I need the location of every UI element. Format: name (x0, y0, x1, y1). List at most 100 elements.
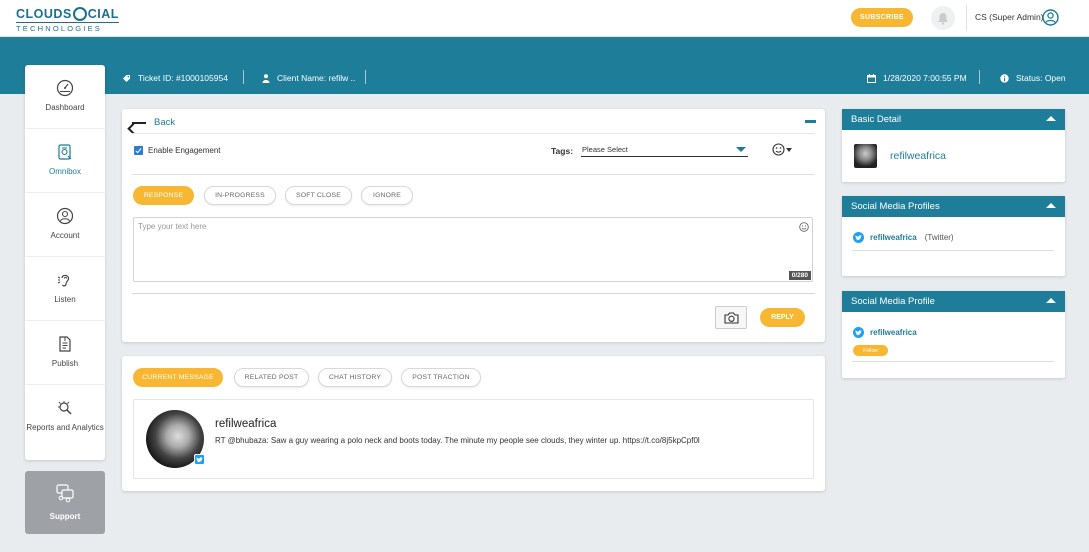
social-media-profile-panel: Social Media Profile refilweafrica Follo… (842, 291, 1065, 378)
back-label: Back (154, 117, 176, 128)
enable-engagement-checkbox[interactable]: Enable Engagement (134, 146, 221, 155)
user-name[interactable]: CS (Super Admin) (975, 12, 1044, 22)
ticket-header-band (0, 37, 1089, 94)
basic-detail-name[interactable]: refilweafrica (890, 150, 946, 162)
arrow-left-icon (132, 121, 146, 124)
collapse-icon[interactable] (805, 120, 816, 123)
sidebar-item-publish[interactable]: Publish (25, 321, 105, 385)
composer-card: Back Enable Engagement Tags: Please Sele… (122, 109, 825, 342)
sidebar-item-dashboard[interactable]: Dashboard (25, 65, 105, 129)
reports-icon (58, 401, 72, 415)
emoji-dropdown[interactable] (772, 143, 792, 156)
status-tab-ignore[interactable]: IGNORE (361, 186, 413, 205)
client-name-text: Client Name: refilw .. (277, 73, 356, 83)
account-icon (56, 207, 74, 225)
logo-gear-icon (72, 7, 87, 21)
support-button[interactable]: Support (25, 471, 105, 534)
twitter-icon (853, 232, 864, 243)
ticket-status: Status: Open (1000, 72, 1066, 84)
divider (852, 361, 1054, 362)
tab-current-message[interactable]: CURRENT MESSAGE (133, 368, 223, 387)
status-text: Status: Open (1016, 73, 1066, 83)
profile-row[interactable]: refilweafrica (Twitter) (853, 232, 954, 243)
checkbox-checked-icon[interactable] (134, 146, 143, 155)
profile-row[interactable]: refilweafrica (853, 327, 917, 338)
sidebar-item-label: Publish (51, 359, 79, 368)
sidebar-item-label: Reports and Analytics (26, 423, 104, 432)
publish-icon (59, 336, 71, 352)
reply-button[interactable]: REPLY (760, 308, 805, 327)
tab-post-traction[interactable]: POST TRACTION (401, 368, 481, 387)
twitter-icon (853, 327, 864, 338)
listen-ear-icon (57, 274, 70, 287)
sidebar-item-listen[interactable]: Listen (25, 257, 105, 321)
panel-header[interactable]: Basic Detail (842, 109, 1065, 130)
ticket-datetime: 1/28/2020 7:00:55 PM (867, 72, 967, 84)
panel-header[interactable]: Social Media Profile (842, 291, 1065, 312)
status-tab-soft-close[interactable]: SOFT CLOSE (285, 186, 352, 205)
post-text: RT @bhubaza: Saw a guy wearing a polo ne… (215, 436, 700, 445)
chevron-up-icon[interactable] (1046, 203, 1056, 208)
logo-subtitle: TECHNOLOGIES (16, 22, 119, 33)
post-box: refilweafrica RT @bhubaza: Saw a guy wea… (133, 399, 814, 479)
support-label: Support (49, 512, 81, 521)
ticket-divider (365, 70, 366, 84)
ticket-divider (243, 70, 244, 84)
panel-title: Social Media Profiles (851, 201, 940, 212)
omnibox-icon (58, 144, 72, 160)
social-media-profiles-panel: Social Media Profiles refilweafrica (Twi… (842, 196, 1065, 276)
tab-chat-history[interactable]: CHAT HISTORY (318, 368, 392, 387)
sidebar: Dashboard Omnibox Account Listen Publish… (25, 65, 105, 460)
sidebar-item-label: Omnibox (48, 167, 81, 176)
top-bar: CLOUDS CIAL TECHNOLOGIES SUBSCRIBE CS (S… (0, 0, 1089, 37)
profile-handle[interactable]: refilweafrica (870, 233, 917, 242)
char-counter: 0/280 (788, 271, 811, 280)
person-icon (262, 73, 270, 83)
avatar (854, 144, 877, 168)
logo-text-left: CLOUDS (16, 7, 72, 21)
divider (852, 250, 1054, 251)
datetime-text: 1/28/2020 7:00:55 PM (883, 73, 967, 83)
follow-button[interactable]: Follow (853, 345, 888, 356)
divider (132, 293, 815, 294)
bell-icon (938, 12, 948, 25)
tags-select[interactable]: Please Select (581, 144, 748, 157)
ticket-id-text: Ticket ID: #1000105954 (138, 73, 228, 83)
message-card: CURRENT MESSAGE RELATED POST CHAT HISTOR… (122, 356, 825, 491)
notifications-button[interactable] (931, 6, 955, 30)
calendar-icon (867, 73, 876, 83)
tab-related-post[interactable]: RELATED POST (234, 368, 309, 387)
post-username[interactable]: refilweafrica (215, 418, 276, 430)
company-logo[interactable]: CLOUDS CIAL TECHNOLOGIES (16, 7, 119, 33)
sidebar-item-label: Account (50, 231, 80, 240)
reply-textarea[interactable]: Type your text here 0/280 (133, 217, 813, 282)
tags-select-value: Please Select (582, 145, 628, 154)
logo-text-right: CIAL (87, 7, 119, 21)
subscribe-button[interactable]: SUBSCRIBE (851, 8, 913, 27)
panel-title: Social Media Profile (851, 296, 935, 307)
sidebar-item-reports[interactable]: Reports and Analytics (25, 385, 105, 460)
support-chat-icon (56, 484, 74, 503)
status-tab-response[interactable]: RESPONSE (133, 186, 194, 205)
divider (132, 174, 815, 175)
status-tab-in-progress[interactable]: IN-PROGRESS (204, 186, 276, 205)
header-divider (966, 5, 967, 31)
camera-icon (723, 311, 739, 324)
profile-handle[interactable]: refilweafrica (870, 328, 917, 337)
sidebar-item-omnibox[interactable]: Omnibox (25, 129, 105, 193)
tag-icon (122, 74, 131, 83)
smiley-icon[interactable] (799, 221, 809, 235)
user-avatar-icon[interactable] (1042, 9, 1059, 29)
enable-engagement-label: Enable Engagement (148, 146, 221, 155)
back-button[interactable]: Back (132, 117, 175, 128)
dashboard-gauge-icon (56, 79, 74, 97)
reply-placeholder: Type your text here (138, 222, 207, 231)
attach-image-button[interactable] (715, 306, 747, 329)
ticket-id: Ticket ID: #1000105954 (122, 72, 228, 84)
chevron-up-icon[interactable] (1046, 298, 1056, 303)
sidebar-item-account[interactable]: Account (25, 193, 105, 257)
chevron-up-icon[interactable] (1046, 116, 1056, 121)
ticket-divider (979, 70, 980, 84)
caret-down-icon (736, 147, 746, 152)
panel-header[interactable]: Social Media Profiles (842, 196, 1065, 217)
